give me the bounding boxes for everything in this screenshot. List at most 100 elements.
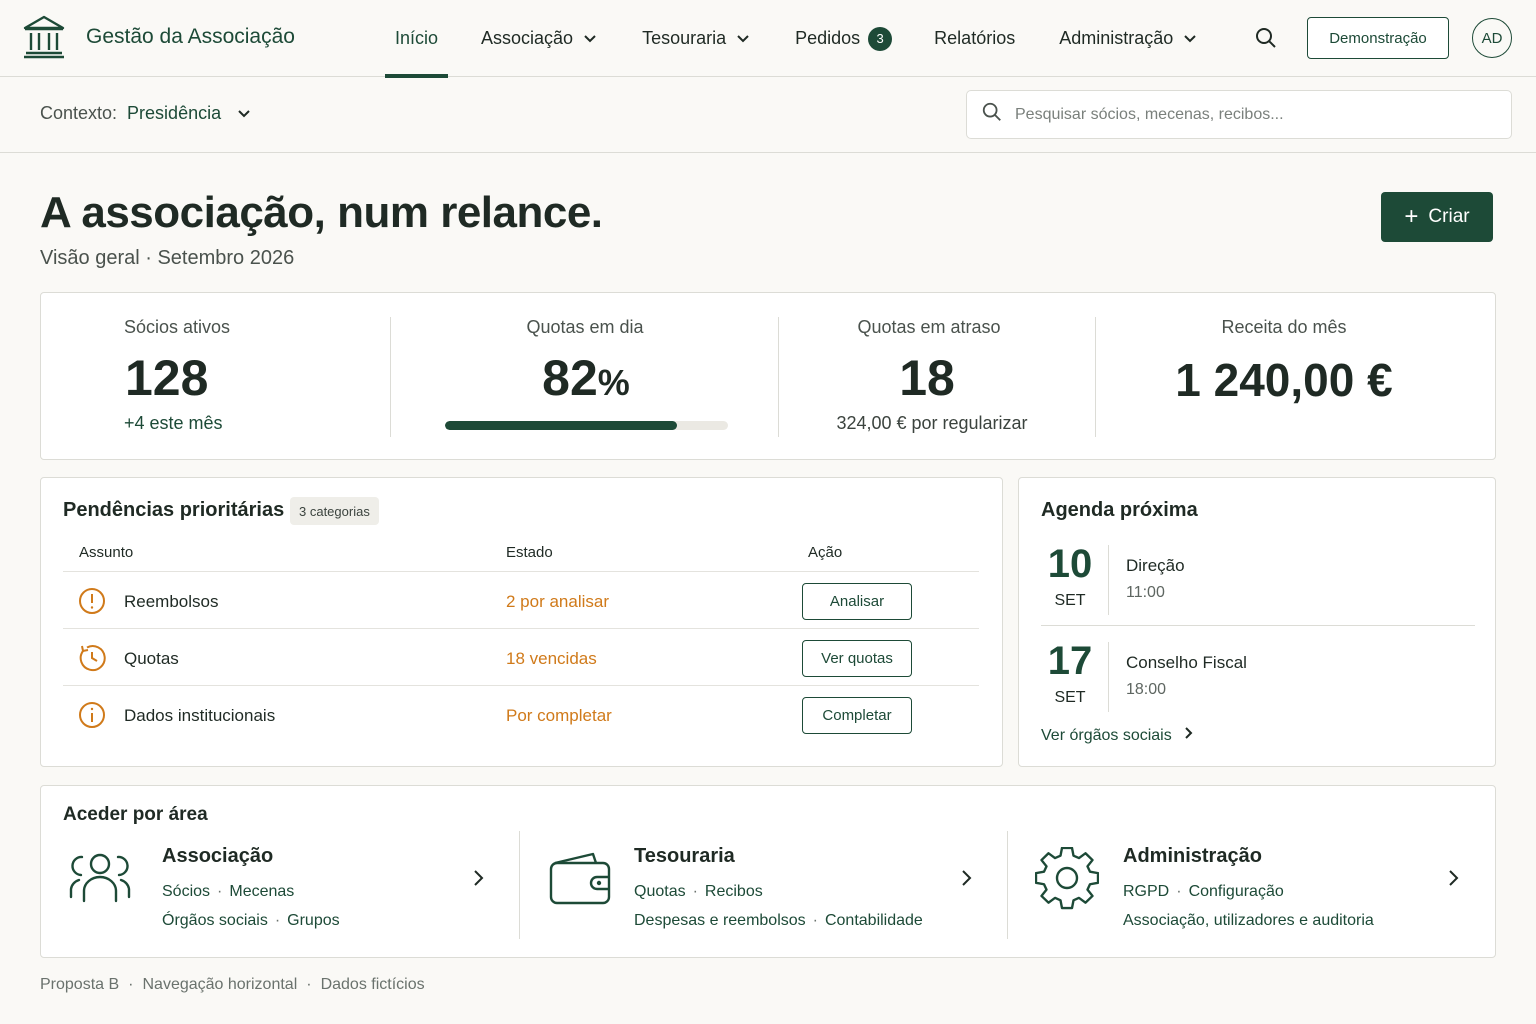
- users-icon: [69, 851, 131, 910]
- nav-item-label: Relatórios: [934, 28, 1016, 48]
- chevron-down-icon: [583, 28, 597, 49]
- chevron-down-icon[interactable]: [237, 103, 251, 124]
- context-value[interactable]: Presidência: [127, 103, 221, 124]
- nav-item-administracao[interactable]: Administração: [1059, 0, 1197, 77]
- create-button[interactable]: + Criar: [1381, 192, 1493, 242]
- link-recibos[interactable]: Recibos: [705, 883, 763, 900]
- area-links: Despesas e reembolsos · Contabilidade: [634, 912, 923, 929]
- link-contabilidade[interactable]: Contabilidade: [825, 912, 923, 929]
- stat-active-members: Sócios ativos 128 +4 este mês: [41, 293, 391, 461]
- event-day: 17: [1047, 639, 1093, 683]
- event-time: 18:00: [1126, 681, 1167, 698]
- view-dues-button[interactable]: Ver quotas: [802, 640, 912, 677]
- search-input[interactable]: [1015, 105, 1495, 124]
- brand[interactable]: Gestão da Associação: [22, 14, 295, 60]
- nav-item-pedidos[interactable]: Pedidos 3: [795, 0, 893, 77]
- link-mecenas[interactable]: Mecenas: [229, 883, 294, 900]
- nav-item-label: Tesouraria: [642, 28, 727, 48]
- stat-label: Sócios ativos: [124, 317, 231, 337]
- area-name: Tesouraria: [634, 845, 735, 867]
- area-links: Sócios · Mecenas: [162, 883, 295, 900]
- area-links: Quotas · Recibos: [634, 883, 763, 900]
- analyze-button[interactable]: Analisar: [802, 583, 912, 620]
- dues-progress-fill: [445, 421, 678, 430]
- footer-note: Proposta B · Navegação horizontal · Dados fi…: [40, 976, 425, 993]
- row-subject: Quotas: [124, 649, 179, 668]
- link-associacao-utilizadores-auditoria[interactable]: Associação, utilizadores e auditoria: [1123, 912, 1374, 929]
- divider: [1108, 642, 1109, 712]
- chevron-right-icon: [1184, 726, 1194, 745]
- row-status: 18 vencidas: [506, 649, 597, 668]
- area-tesouraria[interactable]: Tesouraria Quotas · Recibos Despesas e ree…: [549, 831, 989, 941]
- row-subject: Dados institucionais: [124, 706, 276, 725]
- nav-item-inicio[interactable]: Início: [385, 0, 448, 78]
- complete-button[interactable]: Completar: [802, 697, 912, 734]
- context-bar: Contexto: Presidência: [0, 77, 1536, 153]
- stat-value: 82%: [391, 349, 781, 407]
- context-selector: Contexto: Presidência: [40, 103, 251, 124]
- link-grupos[interactable]: Grupos: [287, 912, 339, 929]
- pending-count-badge: 3: [868, 26, 893, 51]
- area-associacao[interactable]: Associação Sócios · Mecenas Órgãos sociais…: [69, 831, 499, 941]
- stat-dues-up-to-date: Quotas em dia 82%: [391, 293, 779, 461]
- event-time: 11:00: [1126, 584, 1165, 601]
- row-status: 2 por analisar: [506, 592, 610, 611]
- link-orgaos-sociais[interactable]: Órgãos sociais: [162, 912, 268, 929]
- clock-icon: [78, 644, 106, 677]
- stat-label: Quotas em atraso: [857, 317, 1001, 337]
- areas-title: Aceder por área: [63, 804, 208, 825]
- agenda-event[interactable]: 17 SET Conselho Fiscal 18:00: [1041, 639, 1475, 719]
- wallet-icon: [549, 851, 611, 912]
- avatar[interactable]: AD: [1472, 18, 1512, 58]
- pending-title: Pendências prioritárias: [63, 499, 285, 521]
- stat-value: 18: [899, 350, 955, 406]
- pending-card: Pendências prioritárias 3 categorias Ass…: [40, 477, 1003, 767]
- link-configuracao[interactable]: Configuração: [1189, 883, 1284, 900]
- event-month: SET: [1054, 689, 1086, 706]
- column-header-status: Estado: [506, 544, 553, 561]
- info-circle-icon: [78, 701, 106, 734]
- link-socios[interactable]: Sócios: [162, 883, 210, 900]
- nav-item-label: Início: [394, 28, 439, 48]
- stat-sub: +4 este mês: [124, 413, 223, 433]
- alert-circle-icon: [78, 587, 106, 620]
- top-navigation-bar: Gestão da Associação Início Associação T…: [0, 0, 1536, 78]
- area-administracao[interactable]: Administração RGPD · Configuração Associaç…: [1034, 831, 1475, 941]
- nav-item-label: Administração: [1059, 28, 1174, 48]
- nav-item-associacao[interactable]: Associação: [481, 0, 597, 77]
- event-day: 10: [1047, 542, 1093, 586]
- demo-button[interactable]: Demonstração: [1307, 17, 1449, 59]
- area-links: RGPD · Configuração: [1123, 883, 1284, 900]
- page-subtitle: Visão geral · Setembro 2026: [40, 247, 295, 269]
- stat-unit: %: [597, 362, 630, 403]
- nav-item-tesouraria[interactable]: Tesouraria: [642, 0, 750, 77]
- nav-item-label: Associação: [481, 28, 574, 48]
- area-links: Associação, utilizadores e auditoria: [1123, 912, 1374, 930]
- chevron-right-icon: [961, 869, 973, 892]
- create-button-label: Criar: [1428, 206, 1470, 227]
- search-icon[interactable]: [1254, 26, 1278, 55]
- link-label: Ver órgãos sociais: [1041, 726, 1172, 744]
- agenda-card: Agenda próxima 10 SET Direção 11:00 17 S…: [1018, 477, 1496, 767]
- global-search: [966, 90, 1512, 139]
- brand-name: Gestão da Associação: [86, 25, 295, 48]
- divider: [1041, 625, 1475, 626]
- chevron-down-icon: [1183, 28, 1197, 49]
- building-columns-icon: [22, 14, 66, 60]
- nav-item-relatorios[interactable]: Relatórios: [934, 0, 1015, 77]
- divider: [1007, 831, 1008, 939]
- view-governing-bodies-link[interactable]: Ver órgãos sociais: [1041, 726, 1194, 745]
- footer-item: Proposta B: [40, 976, 120, 993]
- link-quotas[interactable]: Quotas: [634, 883, 686, 900]
- nav-item-label: Pedidos: [795, 28, 861, 48]
- link-despesas-reembolsos[interactable]: Despesas e reembolsos: [634, 912, 806, 929]
- agenda-event[interactable]: 10 SET Direção 11:00: [1041, 542, 1475, 622]
- area-name: Administração: [1123, 845, 1262, 867]
- agenda-title: Agenda próxima: [1041, 499, 1198, 521]
- link-rgpd[interactable]: RGPD: [1123, 883, 1169, 900]
- stat-label: Quotas em dia: [526, 317, 644, 337]
- column-header-action: Ação: [808, 544, 843, 561]
- footer-item: Navegação horizontal: [142, 976, 298, 993]
- stat-label: Receita do mês: [1221, 317, 1347, 337]
- table-row: Reembolsos 2 por analisar Analisar: [63, 572, 979, 629]
